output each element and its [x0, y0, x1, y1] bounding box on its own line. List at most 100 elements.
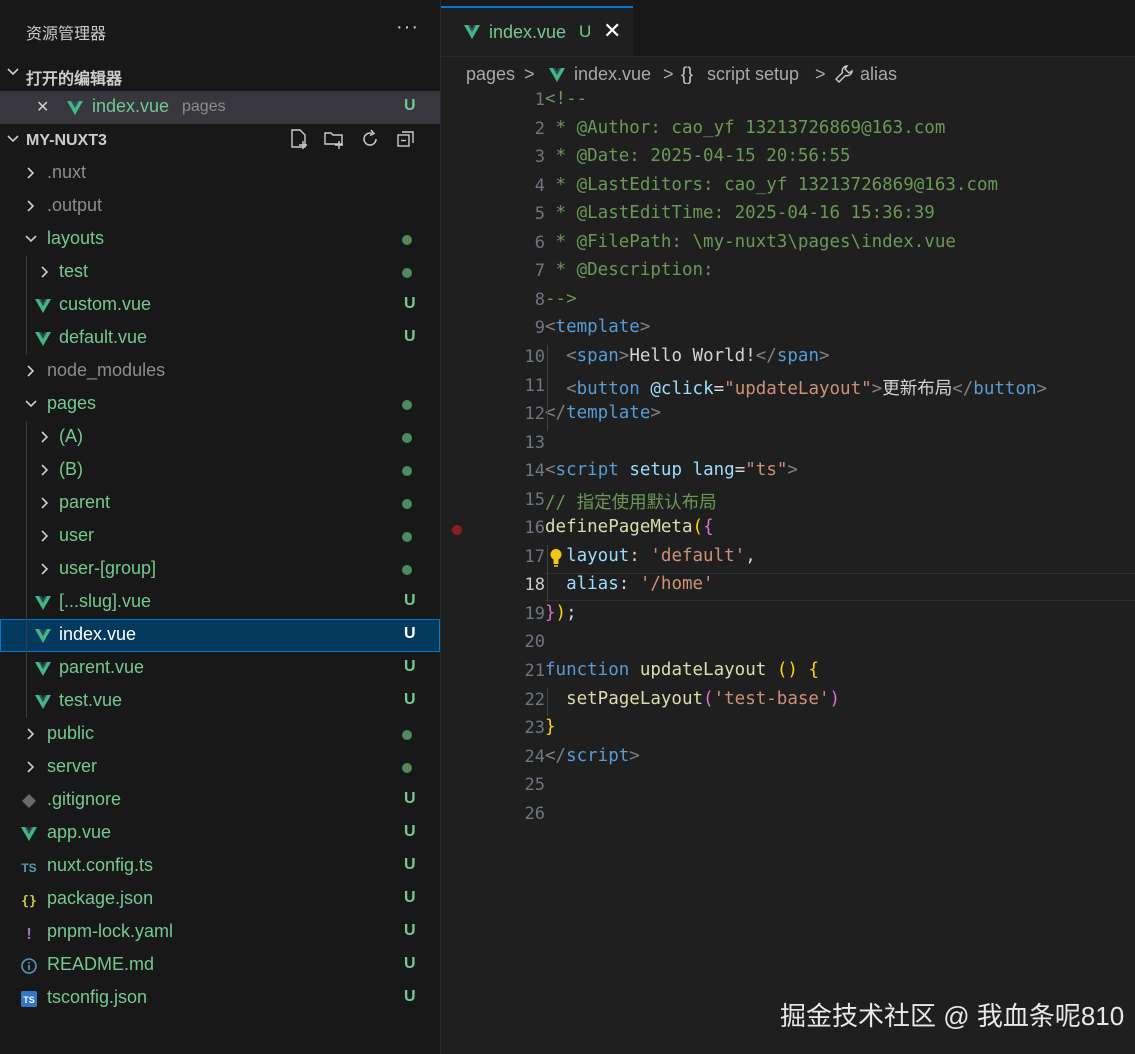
breadcrumb-pages[interactable]: pages [466, 64, 515, 85]
breadcrumb-script-setup[interactable]: script setup [707, 64, 799, 85]
tree-file[interactable]: custom.vue U [0, 289, 440, 322]
code-token: > [1036, 378, 1048, 399]
tree-folder[interactable]: pages [0, 388, 440, 421]
chevron-down-icon [7, 68, 19, 76]
tree-folder[interactable]: (B) [0, 454, 440, 487]
line-number: 12 [524, 404, 545, 425]
open-editor-item[interactable]: ✕ index.vue pages U [0, 91, 440, 124]
indent-guide [26, 421, 27, 718]
tree-folder[interactable]: parent [0, 487, 440, 520]
line-number: 17 [524, 546, 545, 567]
tree-item-label: tsconfig.json [47, 987, 148, 1007]
code-token: 'default' [650, 545, 746, 566]
tree-item-label: node_modules [47, 360, 166, 380]
lightbulb-icon[interactable] [549, 548, 563, 568]
tree-file[interactable]: {} package.json U [0, 883, 440, 916]
new-file-icon[interactable] [288, 128, 310, 150]
indent-guide [547, 544, 548, 602]
line-number: 2 [534, 118, 545, 139]
code-line: definePageMeta({ [545, 517, 714, 537]
code-token: alias [566, 574, 619, 595]
code-token: ) [555, 602, 567, 623]
code-token: * @FilePath: \my-nuxt3\pages\index.vue [545, 231, 956, 252]
tab-close-icon[interactable]: ✕ [603, 18, 621, 44]
tree-item-label: nuxt.config.ts [47, 855, 154, 875]
code-line: * @Date: 2025-04-15 20:56:55 [545, 146, 851, 166]
line-number: 5 [534, 204, 545, 225]
new-folder-icon[interactable] [323, 128, 345, 150]
modified-dot [402, 466, 412, 476]
indent-guide [26, 256, 27, 355]
tree-item-label: [...slug].vue [59, 591, 152, 611]
tab-bar: index.vue U ✕ [441, 0, 1135, 57]
code-token: button [973, 378, 1037, 399]
more-actions-icon[interactable]: ··· [396, 16, 419, 39]
tree-file[interactable]: parent.vue U [0, 652, 440, 685]
tree-file[interactable]: app.vue U [0, 817, 440, 850]
line-number: 6 [534, 232, 545, 253]
code-line: * @LastEditors: cao_yf 13213726869@163.c… [545, 175, 999, 195]
breakpoint-icon[interactable] [452, 525, 462, 536]
project-label: MY-NUXT3 [26, 132, 107, 149]
breadcrumb-file[interactable]: index.vue [574, 64, 651, 85]
chevron-right-icon [41, 563, 49, 575]
git-status-badge: U [404, 328, 416, 345]
git-status-badge: U [404, 823, 416, 840]
tree-item-label: default.vue [59, 327, 148, 347]
tree-folder[interactable]: user [0, 520, 440, 553]
code-line: * @LastEditTime: 2025-04-16 15:36:39 [545, 203, 935, 223]
vue-file-icon [464, 25, 480, 39]
tree-file[interactable]: index.vue U [0, 619, 440, 652]
tree-folder[interactable]: test [0, 256, 440, 289]
tab-index-vue[interactable]: index.vue U ✕ [441, 6, 633, 56]
tree-item-label: .nuxt [47, 162, 87, 182]
code-line: alias: '/home' [545, 574, 714, 594]
tree-file[interactable]: TS tsconfig.json U [0, 982, 440, 1015]
breadcrumb-separator: > [524, 64, 535, 84]
tree-file[interactable]: .gitignore U [0, 784, 440, 817]
git-file-icon [22, 794, 36, 808]
git-status-badge: U [404, 922, 416, 939]
breadcrumb-alias[interactable]: alias [860, 64, 897, 85]
code-line: --> [545, 289, 577, 309]
vue-file-icon [35, 299, 51, 313]
tree-folder[interactable]: user-[group] [0, 553, 440, 586]
code-token: > [639, 317, 651, 338]
modified-dot [402, 235, 412, 245]
wrench-icon [835, 65, 853, 83]
code-token: { [808, 660, 819, 680]
tree-file[interactable]: [...slug].vue U [0, 586, 440, 619]
code-token: Hello World! [629, 345, 756, 366]
tree-file[interactable]: test.vue U [0, 685, 440, 718]
code-token: < [566, 378, 577, 399]
chevron-right-icon [41, 530, 49, 542]
code-token: { [703, 517, 714, 538]
tree-file[interactable]: ! pnpm-lock.yaml U [0, 916, 440, 949]
collapse-all-icon[interactable] [395, 128, 417, 150]
tree-folder[interactable]: layouts [0, 223, 440, 256]
tree-folder[interactable]: node_modules [0, 355, 440, 388]
tree-folder[interactable]: server [0, 751, 440, 784]
code-token: ; [566, 602, 577, 623]
code-line: <template> [545, 317, 650, 337]
tree-file[interactable]: README.md U [0, 949, 440, 982]
tree-folder[interactable]: (A) [0, 421, 440, 454]
tree-file[interactable]: default.vue U [0, 322, 440, 355]
line-number: 20 [524, 632, 545, 653]
code-line: * @Description: [545, 260, 714, 280]
tree-folder[interactable]: .nuxt [0, 157, 440, 190]
json-icon-text: {} [21, 894, 37, 909]
open-editors-section[interactable]: 打开的编辑器 [0, 58, 440, 91]
refresh-icon[interactable] [359, 128, 381, 150]
code-token: > [819, 345, 830, 366]
indent-guide [547, 344, 548, 431]
tree-folder[interactable]: .output [0, 190, 440, 223]
tree-folder[interactable]: public [0, 718, 440, 751]
close-icon[interactable]: ✕ [36, 97, 49, 117]
typescript-config-icon: TS [21, 991, 37, 1007]
tree-file[interactable]: TS nuxt.config.ts U [0, 850, 440, 883]
code-token: '/home' [639, 574, 714, 595]
